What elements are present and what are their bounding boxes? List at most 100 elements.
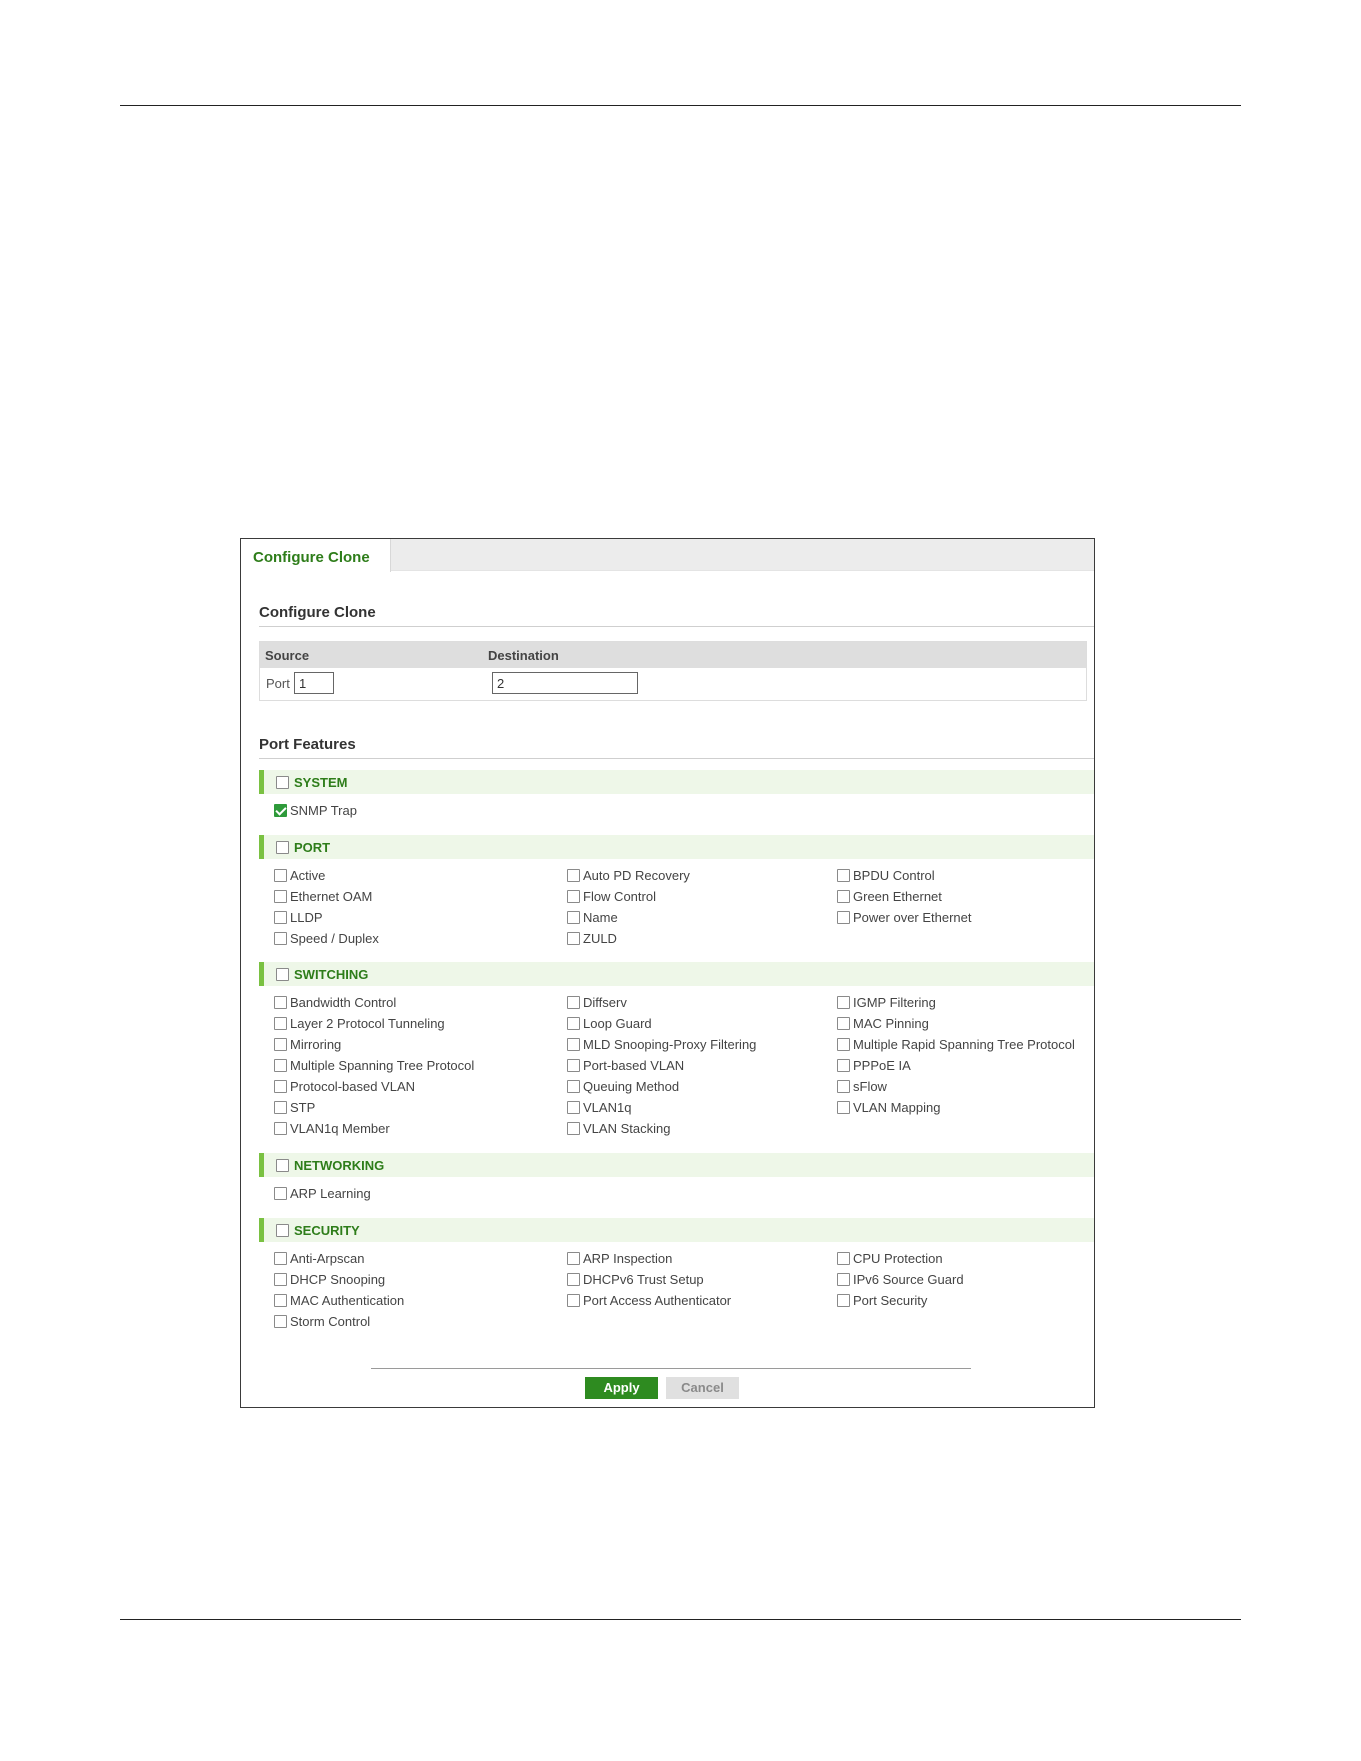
feature-label: Multiple Rapid Spanning Tree Protocol	[853, 1037, 1075, 1052]
feature-label: CPU Protection	[853, 1251, 943, 1266]
feature-checkbox[interactable]	[274, 1038, 287, 1051]
page-top-rule	[120, 105, 1241, 106]
feature-label: ARP Inspection	[583, 1251, 673, 1266]
feature-checkbox[interactable]	[837, 1017, 850, 1030]
feature-label: VLAN Stacking	[583, 1121, 671, 1136]
feature-label: MLD Snooping-Proxy Filtering	[583, 1037, 757, 1052]
category-bar-port: PORT	[259, 835, 1094, 859]
category-label-port: PORT	[294, 840, 331, 855]
feature-checkbox[interactable]	[274, 1273, 287, 1286]
destination-port-input[interactable]	[492, 672, 638, 694]
clone-port-table: Source Destination Port	[259, 641, 1087, 701]
feature-checkbox[interactable]	[274, 1080, 287, 1093]
feature-label: STP	[290, 1100, 316, 1115]
feature-checkbox[interactable]	[567, 1059, 580, 1072]
feature-checkbox[interactable]	[567, 1080, 580, 1093]
feature-label: Green Ethernet	[853, 889, 942, 904]
feature-label: Anti-Arpscan	[290, 1251, 365, 1266]
category-bar-security: SECURITY	[259, 1218, 1094, 1242]
feature-checkbox[interactable]	[567, 996, 580, 1009]
feature-label: DHCPv6 Trust Setup	[583, 1272, 704, 1287]
feature-label: SNMP Trap	[290, 803, 357, 818]
feature-checkbox[interactable]	[274, 1252, 287, 1265]
section-title-port-features: Port Features	[259, 736, 356, 753]
feature-checkbox[interactable]	[567, 1122, 580, 1135]
category-bar-networking: NETWORKING	[259, 1153, 1094, 1177]
feature-checkbox[interactable]	[274, 804, 287, 817]
feature-checkbox[interactable]	[837, 890, 850, 903]
category-checkbox-system[interactable]	[276, 776, 289, 789]
feature-checkbox[interactable]	[837, 996, 850, 1009]
feature-label: Mirroring	[290, 1037, 342, 1052]
feature-label: Multiple Spanning Tree Protocol	[290, 1058, 475, 1073]
feature-label: Layer 2 Protocol Tunneling	[290, 1016, 445, 1031]
feature-checkbox[interactable]	[567, 911, 580, 924]
feature-checkbox[interactable]	[567, 1017, 580, 1030]
category-checkbox-switching[interactable]	[276, 968, 289, 981]
feature-checkbox[interactable]	[567, 1101, 580, 1114]
feature-label: BPDU Control	[853, 868, 935, 883]
category-checkbox-security[interactable]	[276, 1224, 289, 1237]
feature-checkbox[interactable]	[837, 1294, 850, 1307]
feature-label: MAC Authentication	[290, 1293, 405, 1308]
feature-checkbox[interactable]	[567, 932, 580, 945]
feature-checkbox[interactable]	[567, 869, 580, 882]
tab-configure-clone[interactable]: Configure Clone	[241, 539, 391, 572]
feature-label: PPPoE IA	[853, 1058, 911, 1073]
feature-label: MAC Pinning	[853, 1016, 929, 1031]
feature-checkbox[interactable]	[837, 869, 850, 882]
feature-checkbox[interactable]	[274, 911, 287, 924]
feature-checkbox[interactable]	[837, 911, 850, 924]
feature-label: Auto PD Recovery	[583, 868, 690, 883]
feature-checkbox[interactable]	[567, 1038, 580, 1051]
feature-checkbox[interactable]	[274, 996, 287, 1009]
feature-label: ARP Learning	[290, 1186, 371, 1201]
feature-checkbox[interactable]	[274, 1059, 287, 1072]
feature-label: Protocol-based VLAN	[290, 1079, 416, 1094]
feature-label: Active	[290, 868, 326, 883]
category-label-switching: SWITCHING	[294, 967, 369, 982]
apply-button[interactable]: Apply	[585, 1377, 658, 1399]
feature-label: IPv6 Source Guard	[853, 1272, 964, 1287]
feature-label: Name	[583, 910, 618, 925]
feature-label: Power over Ethernet	[853, 910, 972, 925]
feature-checkbox[interactable]	[274, 890, 287, 903]
feature-checkbox[interactable]	[567, 1273, 580, 1286]
feature-checkbox[interactable]	[567, 890, 580, 903]
feature-label: Storm Control	[290, 1314, 371, 1329]
feature-checkbox[interactable]	[837, 1080, 850, 1093]
feature-label: ZULD	[583, 931, 617, 946]
feature-checkbox[interactable]	[837, 1252, 850, 1265]
configure-clone-panel: Configure Clone Configure Clone Source D…	[240, 538, 1095, 1408]
feature-checkbox[interactable]	[837, 1059, 850, 1072]
section-title-configure-clone: Configure Clone	[259, 604, 376, 621]
feature-label: Port-based VLAN	[583, 1058, 685, 1073]
feature-checkbox[interactable]	[274, 1101, 287, 1114]
feature-checkbox[interactable]	[837, 1273, 850, 1286]
feature-label: VLAN1q	[583, 1100, 632, 1115]
category-checkbox-networking[interactable]	[276, 1159, 289, 1172]
feature-checkbox[interactable]	[274, 1017, 287, 1030]
feature-checkbox[interactable]	[274, 1187, 287, 1200]
category-label-security: SECURITY	[294, 1223, 360, 1238]
feature-checkbox[interactable]	[274, 869, 287, 882]
tab-bar: Configure Clone	[241, 539, 1094, 572]
source-port-input[interactable]	[294, 672, 334, 694]
section-divider	[259, 758, 1094, 759]
feature-checkbox[interactable]	[274, 1315, 287, 1328]
category-checkbox-port[interactable]	[276, 841, 289, 854]
feature-checkbox[interactable]	[837, 1101, 850, 1114]
category-bar-switching: SWITCHING	[259, 962, 1094, 986]
feature-checkbox[interactable]	[274, 1294, 287, 1307]
feature-label: Queuing Method	[583, 1079, 680, 1094]
feature-checkbox[interactable]	[274, 932, 287, 945]
section-divider	[259, 626, 1094, 627]
feature-checkbox[interactable]	[567, 1294, 580, 1307]
feature-label: VLAN1q Member	[290, 1121, 390, 1136]
feature-checkbox[interactable]	[837, 1038, 850, 1051]
port-label: Port	[266, 676, 290, 691]
feature-label: Loop Guard	[583, 1016, 652, 1031]
feature-checkbox[interactable]	[567, 1252, 580, 1265]
cancel-button[interactable]: Cancel	[666, 1377, 739, 1399]
feature-checkbox[interactable]	[274, 1122, 287, 1135]
